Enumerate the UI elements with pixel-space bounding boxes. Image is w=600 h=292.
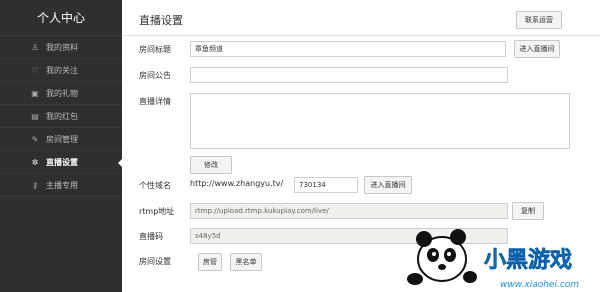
- room-title-label: 房间标题: [139, 45, 171, 54]
- gift-icon: ▣: [31, 88, 39, 98]
- room-admin-button[interactable]: 房管: [198, 253, 222, 271]
- wrench-icon: ✎: [31, 134, 39, 144]
- stream-code-label: 直播码: [139, 232, 163, 241]
- sidebar-title: 个人中心: [0, 0, 122, 36]
- domain-label: 个性域名: [139, 181, 171, 190]
- enter-room-button[interactable]: 进入直播间: [514, 40, 560, 58]
- page-header: 直播设置 联系运营: [122, 0, 600, 36]
- sidebar-item[interactable]: ✎ 房间管理: [0, 128, 122, 151]
- sidebar-item[interactable]: ♡ 我的关注: [0, 59, 122, 82]
- domain-prefix: http://www.zhangyu.tv/: [190, 179, 284, 188]
- sidebar-item-label: 我的资料: [46, 42, 78, 52]
- room-title-input[interactable]: 章鱼频道: [190, 41, 506, 57]
- announcement-input[interactable]: [190, 67, 508, 83]
- details-textarea[interactable]: [190, 93, 570, 149]
- envelope-icon: ▤: [31, 111, 39, 121]
- domain-input[interactable]: 730134: [294, 177, 358, 193]
- panda-mascot-icon: [407, 229, 477, 285]
- xiaohei-watermark: 小黑游戏 www.xiaohei.com: [407, 229, 579, 290]
- watermark-logo-text: 小黑游戏: [484, 247, 572, 273]
- announcement-label: 房间公告: [139, 71, 171, 80]
- user-icon: ♙: [31, 42, 39, 52]
- room-settings-label: 房间设置: [139, 257, 171, 266]
- sidebar-item-label: 直播设置: [46, 157, 78, 167]
- watermark-url: www.xiaohei.com: [500, 280, 579, 290]
- sidebar: 个人中心 ♙ 我的资料 ♡ 我的关注 ▣ 我的礼物 ▤ 我的红包 ✎ 房间管理 ✲ 直播设置 ⚷ 主播专用: [0, 0, 123, 292]
- sidebar-item[interactable]: ▤ 我的红包: [0, 105, 122, 128]
- rtmp-label: rtmp地址: [139, 207, 175, 216]
- sidebar-item[interactable]: ♙ 我的资料: [0, 36, 122, 59]
- sidebar-item-label: 房间管理: [46, 134, 78, 144]
- sidebar-item-label: 我的礼物: [46, 88, 78, 98]
- sidebar-item-label: 我的红包: [46, 111, 78, 121]
- page-title: 直播设置: [139, 14, 183, 27]
- blacklist-button[interactable]: 黑名单: [230, 253, 262, 271]
- contact-operator-button[interactable]: 联系运营: [516, 11, 562, 29]
- sidebar-item[interactable]: ▣ 我的礼物: [0, 82, 122, 105]
- sidebar-menu: ♙ 我的资料 ♡ 我的关注 ▣ 我的礼物 ▤ 我的红包 ✎ 房间管理 ✲ 直播设置 ⚷ 主播专用: [0, 36, 123, 197]
- heart-icon: ♡: [31, 65, 39, 75]
- sidebar-item[interactable]: ✲ 直播设置: [0, 151, 123, 174]
- key-icon: ⚷: [32, 180, 38, 190]
- gear-icon: ✲: [31, 157, 39, 167]
- sidebar-item-label: 主播专用: [46, 180, 78, 190]
- domain-enter-room-button[interactable]: 进入直播间: [364, 176, 412, 194]
- sidebar-item[interactable]: ⚷ 主播专用: [0, 174, 122, 197]
- modify-button[interactable]: 修改: [190, 156, 232, 174]
- sidebar-item-label: 我的关注: [46, 65, 78, 75]
- details-label: 直播详情: [139, 97, 171, 106]
